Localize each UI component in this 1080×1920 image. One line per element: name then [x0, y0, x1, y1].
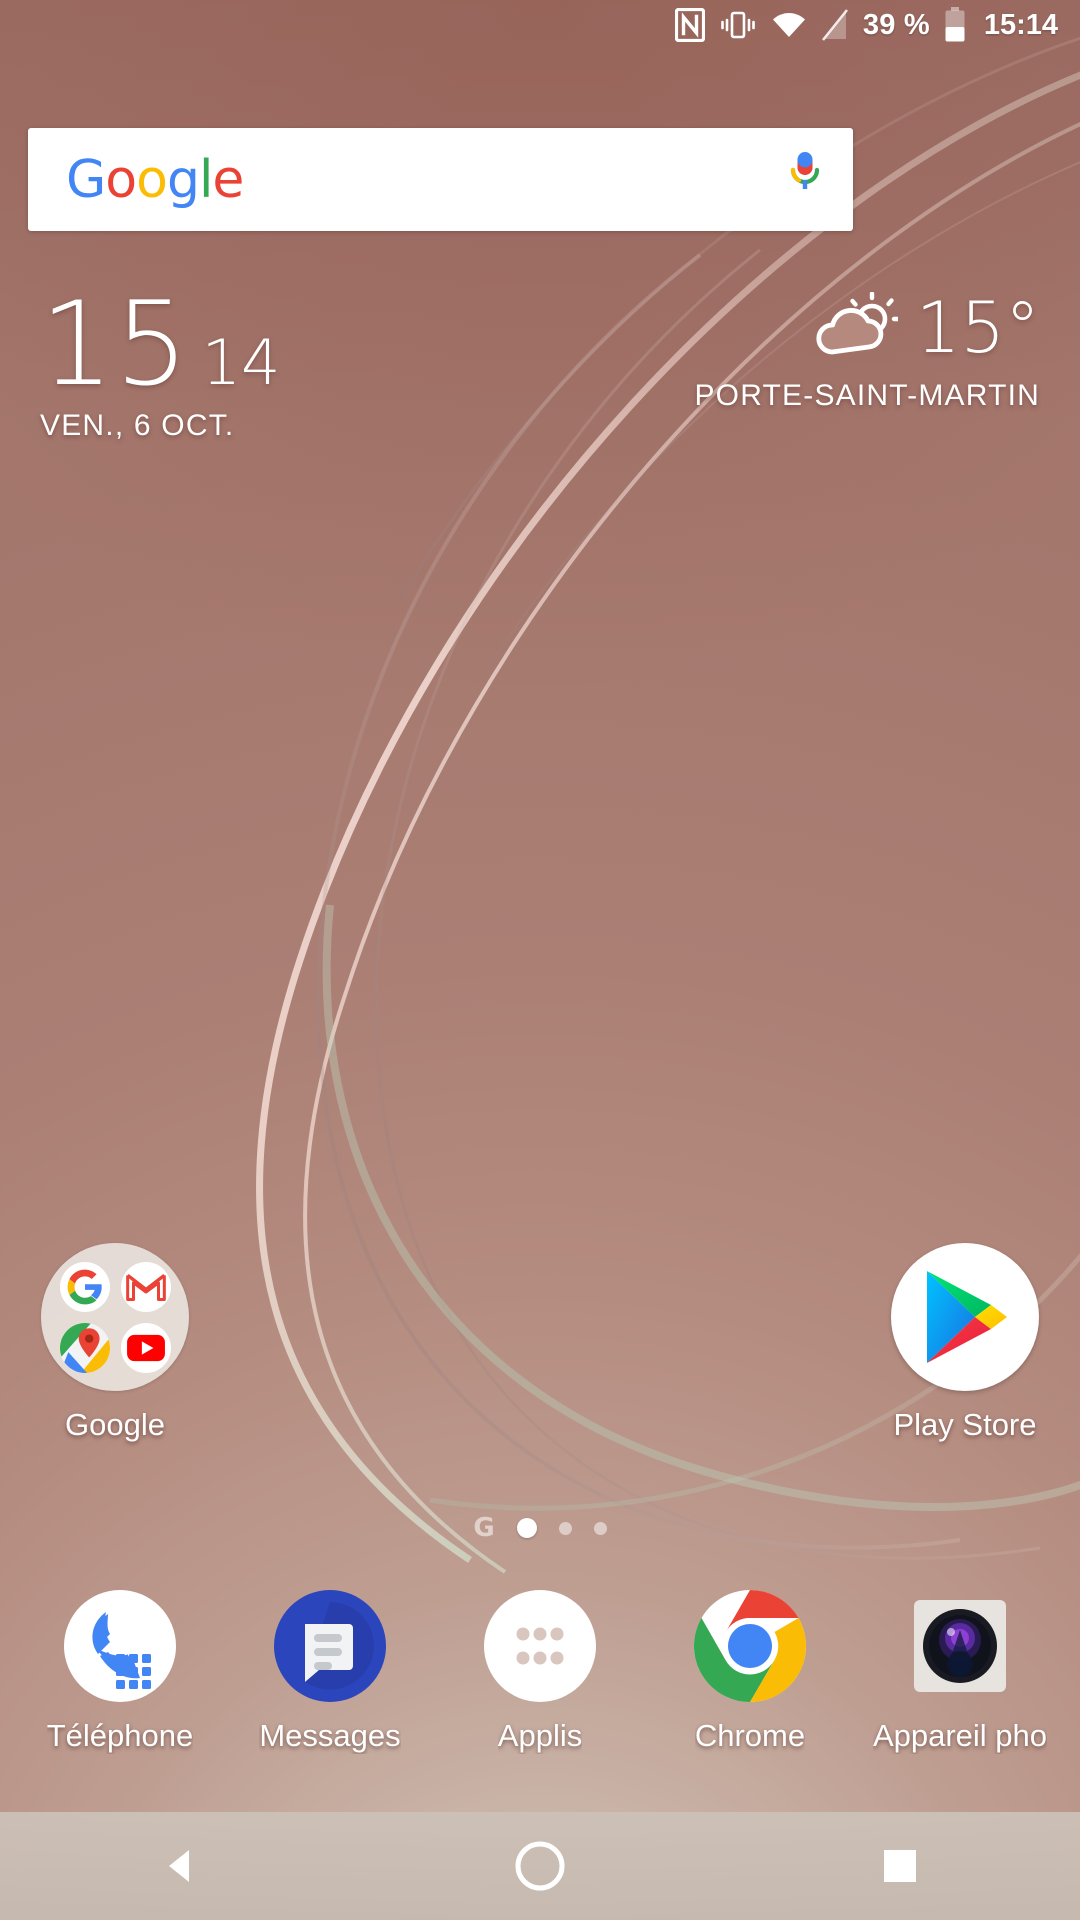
dock-item-telephone-label: Téléphone	[46, 1718, 194, 1753]
page-indicator[interactable]: G	[0, 1508, 1080, 1548]
weather-widget[interactable]: 15° PORTE-SAINT-MARTIN	[694, 286, 1040, 413]
app-play-store[interactable]: Play Store	[865, 1243, 1065, 1443]
folder-google[interactable]: Google	[15, 1243, 215, 1443]
status-bar[interactable]: 39 % 15:14	[0, 0, 1080, 50]
dock-item-camera[interactable]: Appareil pho	[860, 1588, 1060, 1754]
page-dot-3[interactable]	[593, 1521, 607, 1535]
google-logo: Google	[66, 154, 244, 206]
page-indicator-google-glyph[interactable]: G	[473, 1515, 494, 1541]
dock-item-camera-label: Appareil pho	[872, 1718, 1048, 1753]
google-search-widget[interactable]: Google	[28, 128, 853, 231]
google-logo-letter-4: g	[166, 149, 200, 210]
microphone-icon[interactable]	[783, 146, 827, 213]
battery-icon	[944, 7, 966, 43]
youtube-icon	[120, 1322, 171, 1373]
dock-item-messages-label: Messages	[259, 1718, 401, 1753]
page-dot-1[interactable]	[516, 1518, 537, 1538]
google-icon	[59, 1261, 110, 1312]
recents-icon[interactable]	[840, 1812, 960, 1920]
play-store-icon	[891, 1243, 1039, 1391]
home-icon[interactable]	[480, 1812, 600, 1920]
maps-icon	[59, 1322, 110, 1373]
google-logo-letter-3: o	[136, 149, 168, 210]
vibrate-icon	[719, 8, 757, 42]
status-clock: 15:14	[983, 8, 1058, 41]
page-dot-2[interactable]	[558, 1521, 572, 1535]
phone-icon	[62, 1588, 178, 1704]
back-icon[interactable]	[120, 1812, 240, 1920]
wifi-icon	[771, 10, 807, 40]
dock-item-telephone[interactable]: Téléphone	[20, 1588, 220, 1754]
dock-item-chrome[interactable]: Chrome	[650, 1588, 850, 1754]
clock-date: VEN., 6 OCT.	[40, 409, 235, 442]
google-logo-letter-2: o	[105, 149, 137, 210]
dock-item-applis[interactable]: Applis	[440, 1588, 640, 1754]
app-play-store-label: Play Store	[893, 1407, 1037, 1442]
dock: Téléphone Messages Applis Chrome Apparei…	[0, 1588, 1080, 1768]
messages-icon	[272, 1588, 388, 1704]
weather-temperature: 15°	[915, 286, 1040, 369]
nfc-icon	[674, 8, 705, 42]
chrome-icon	[692, 1588, 808, 1704]
gmail-icon	[120, 1261, 171, 1312]
sim-off-icon	[821, 8, 849, 42]
dock-item-messages[interactable]: Messages	[230, 1588, 430, 1754]
clock-minutes: 14	[201, 326, 281, 399]
dock-item-chrome-label: Chrome	[694, 1718, 806, 1753]
folder-icon-grid	[41, 1243, 189, 1391]
google-logo-letter-1: G	[66, 149, 106, 210]
google-logo-letter-5: l	[198, 149, 213, 210]
dock-item-applis-label: Applis	[497, 1718, 583, 1753]
app-drawer-icon	[482, 1588, 598, 1704]
battery-percent-label: 39 %	[862, 8, 930, 41]
navigation-bar	[0, 1812, 1080, 1920]
google-logo-letter-6: e	[212, 149, 244, 210]
camera-icon	[902, 1588, 1018, 1704]
clock-hours: 15	[40, 277, 190, 412]
folder-google-label: Google	[65, 1407, 165, 1442]
partly-cloudy-icon	[812, 291, 901, 363]
weather-location: PORTE-SAINT-MARTIN	[694, 379, 1040, 412]
